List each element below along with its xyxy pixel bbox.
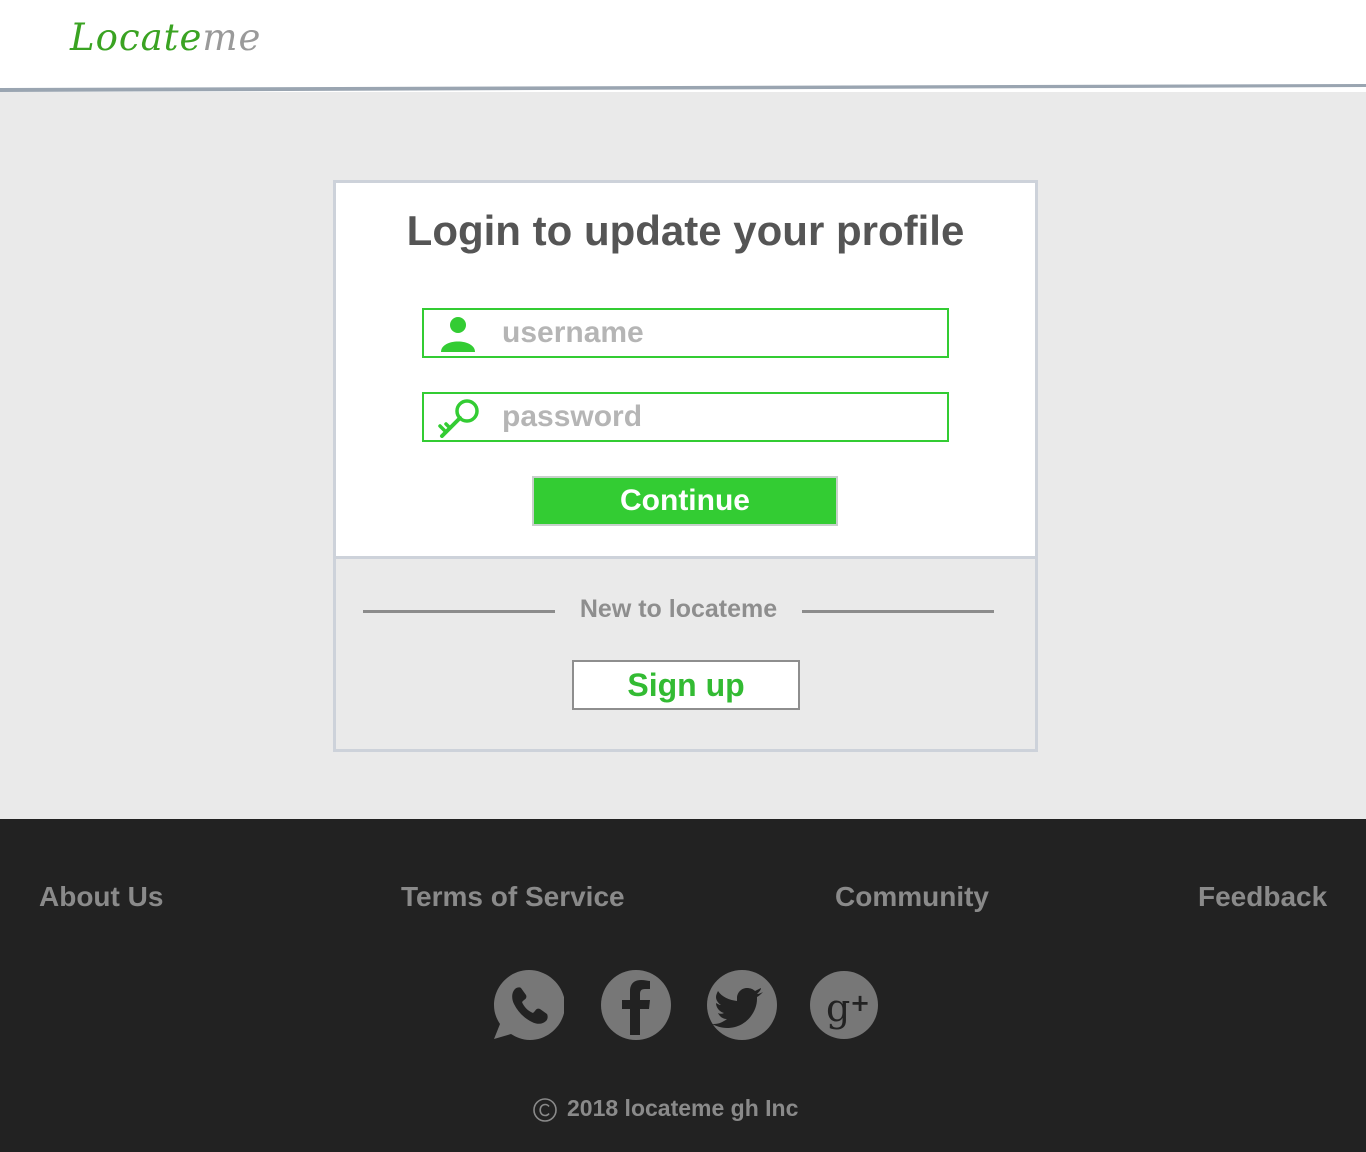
footer-link-terms-of-service[interactable]: Terms of Service bbox=[401, 881, 625, 913]
login-title: Login to update your profile bbox=[406, 207, 965, 254]
logo[interactable]: Locateme bbox=[70, 16, 261, 59]
username-field[interactable] bbox=[422, 308, 949, 358]
copyright: 2018 locateme gh Inc bbox=[532, 1095, 832, 1125]
footer-link-feedback[interactable]: Feedback bbox=[1198, 881, 1327, 913]
logo-text-locate: Locate bbox=[70, 16, 203, 59]
footer: About Us Terms of Service Community Feed… bbox=[0, 819, 1366, 1152]
copyright-text: 2018 locateme gh Inc bbox=[567, 1095, 799, 1121]
divider-left bbox=[363, 610, 555, 613]
logo-text-me: me bbox=[202, 16, 262, 59]
whatsapp-icon[interactable] bbox=[492, 969, 564, 1041]
header: Locateme bbox=[0, 0, 1366, 92]
footer-link-about-us[interactable]: About Us bbox=[39, 881, 163, 913]
copyright-icon bbox=[533, 1098, 557, 1122]
signup-button[interactable]: Sign up bbox=[572, 660, 800, 710]
google-plus-icon[interactable]: g + bbox=[808, 969, 880, 1041]
facebook-icon[interactable] bbox=[600, 969, 672, 1041]
twitter-icon[interactable] bbox=[706, 969, 778, 1041]
svg-text:+: + bbox=[850, 989, 870, 1017]
username-input[interactable] bbox=[502, 313, 932, 353]
login-form: Login to update your profile Continue bbox=[336, 183, 1035, 559]
footer-link-community[interactable]: Community bbox=[835, 881, 989, 913]
header-divider bbox=[0, 84, 1366, 92]
password-input[interactable] bbox=[502, 397, 932, 437]
user-icon bbox=[441, 317, 475, 352]
password-field[interactable] bbox=[422, 392, 949, 442]
key-icon bbox=[438, 399, 479, 438]
login-panel: Login to update your profile Continue Ne… bbox=[333, 180, 1038, 752]
svg-text:g: g bbox=[826, 986, 850, 1030]
divider-right bbox=[802, 610, 994, 613]
continue-button[interactable]: Continue bbox=[532, 476, 838, 526]
new-to-locateme-text: New to locateme bbox=[579, 595, 778, 623]
